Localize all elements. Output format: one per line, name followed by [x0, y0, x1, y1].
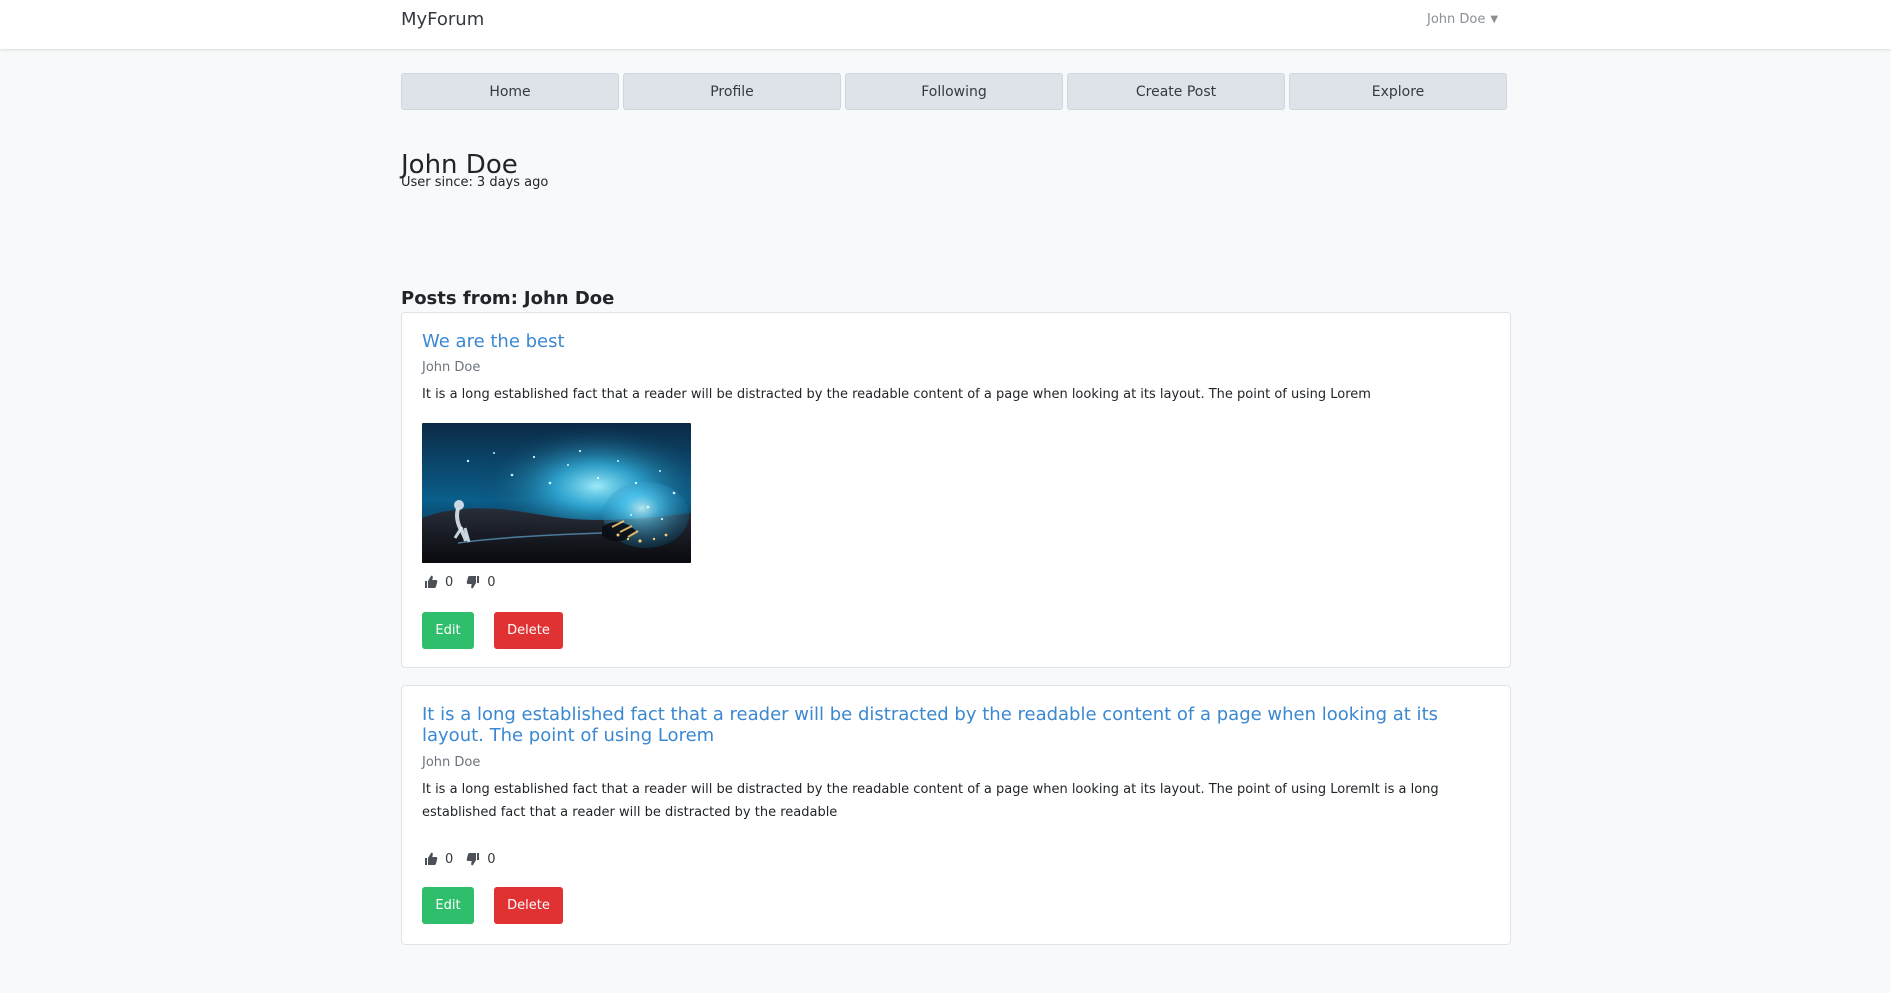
- posts-heading-user: John Doe: [523, 287, 615, 309]
- user-since-label: User since:: [401, 175, 473, 190]
- thumbs-down-icon[interactable]: [464, 850, 482, 868]
- delete-button[interactable]: Delete: [494, 887, 563, 924]
- post-body: It is a long established fact that a rea…: [422, 387, 1371, 402]
- post-body: It is a long established fact that a rea…: [422, 782, 1439, 820]
- user-menu-label: John Doe: [1427, 12, 1486, 27]
- post-card: We are the best John Doe It is a long es…: [401, 312, 1511, 668]
- tab-create-post[interactable]: Create Post: [1067, 73, 1285, 110]
- edit-button[interactable]: Edit: [422, 612, 474, 649]
- user-menu-dropdown[interactable]: John Doe ▼: [1427, 12, 1498, 27]
- edit-button[interactable]: Edit: [422, 887, 474, 924]
- dislike-count: 0: [487, 851, 496, 867]
- thumbs-up-icon[interactable]: [422, 573, 440, 591]
- post-image: [422, 423, 691, 563]
- brand-link[interactable]: MyForum: [401, 9, 484, 30]
- top-navbar: MyForum John Doe ▼: [0, 0, 1891, 49]
- user-since: User since: 3 days ago: [401, 175, 548, 190]
- like-count: 0: [445, 851, 454, 867]
- post-actions: Edit Delete: [422, 887, 563, 924]
- posts-heading: Posts from: John Doe: [401, 288, 614, 309]
- tab-following[interactable]: Following: [845, 73, 1063, 110]
- tab-profile[interactable]: Profile: [623, 73, 841, 110]
- like-count: 0: [445, 574, 454, 590]
- tab-explore[interactable]: Explore: [1289, 73, 1507, 110]
- post-actions: Edit Delete: [422, 612, 563, 649]
- tab-home[interactable]: Home: [401, 73, 619, 110]
- dislike-count: 0: [487, 574, 496, 590]
- chevron-down-icon: ▼: [1490, 13, 1499, 25]
- posts-heading-label: Posts from:: [401, 287, 518, 309]
- post-reactions: 0 0: [422, 573, 502, 591]
- post-author: John Doe: [422, 360, 481, 375]
- thumbs-down-icon[interactable]: [464, 573, 482, 591]
- post-reactions: 0 0: [422, 850, 502, 868]
- post-title-link[interactable]: We are the best: [422, 331, 1482, 352]
- post-author: John Doe: [422, 755, 481, 770]
- thumbs-up-icon[interactable]: [422, 850, 440, 868]
- post-card: It is a long established fact that a rea…: [401, 685, 1511, 945]
- post-title-link[interactable]: It is a long established fact that a rea…: [422, 704, 1492, 746]
- user-since-value: 3 days ago: [476, 175, 549, 190]
- profile-tabs: Home Profile Following Create Post Explo…: [401, 73, 1507, 110]
- delete-button[interactable]: Delete: [494, 612, 563, 649]
